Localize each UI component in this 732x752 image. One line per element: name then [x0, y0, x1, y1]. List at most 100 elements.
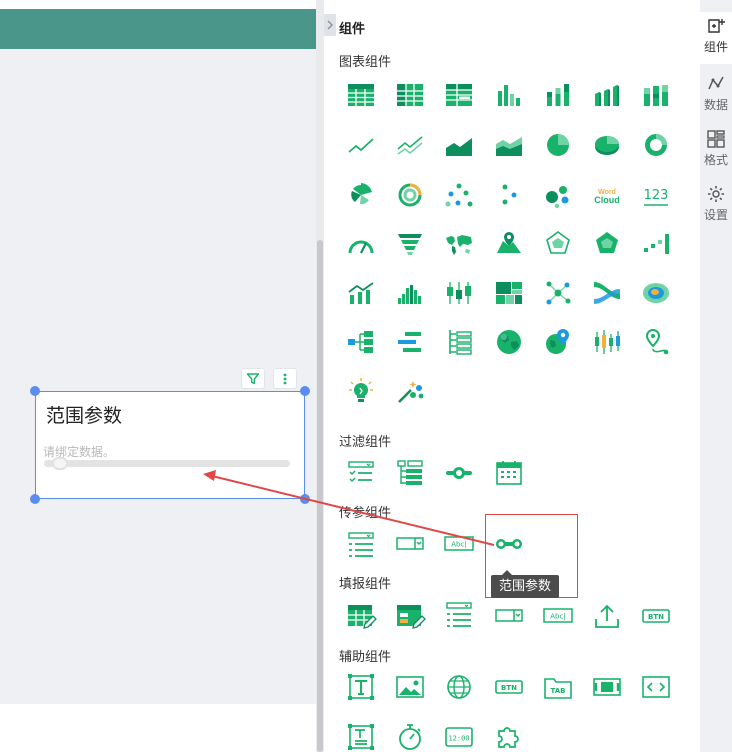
- chart-bubble-button[interactable]: [538, 175, 578, 215]
- param-dropdown-button[interactable]: [390, 524, 430, 564]
- chart-treemap-button[interactable]: [489, 273, 529, 313]
- chart-geo-location-button[interactable]: [538, 322, 578, 362]
- filter-icon: [246, 372, 260, 384]
- form-upload-button[interactable]: [587, 596, 627, 636]
- param-list-icon: [348, 532, 374, 557]
- chart-heatmap-button[interactable]: [636, 273, 676, 313]
- resize-handle-top-left[interactable]: [30, 386, 40, 396]
- chart-step-button[interactable]: [636, 224, 676, 264]
- form-pivot-button[interactable]: [390, 596, 430, 636]
- form-submit-button[interactable]: BTN: [636, 596, 676, 636]
- chart-3d-pie-button[interactable]: [587, 125, 627, 165]
- filter-list-button[interactable]: [341, 453, 381, 493]
- widget-filter-button[interactable]: [241, 368, 265, 389]
- resize-handle-top-right[interactable]: [300, 386, 310, 396]
- aux-timer-button[interactable]: [390, 717, 430, 752]
- filter-date-button[interactable]: [489, 453, 529, 493]
- chart-world-map-button[interactable]: [439, 224, 479, 264]
- rail-item-settings[interactable]: 设置: [700, 180, 732, 232]
- form-dropdown-button[interactable]: [489, 596, 529, 636]
- map-marker-icon: [497, 232, 521, 253]
- aux-clock-button[interactable]: 12:00: [439, 717, 479, 752]
- chart-histogram-button[interactable]: [390, 273, 430, 313]
- chart-boxplot-button[interactable]: [439, 273, 479, 313]
- chart-route-map-button[interactable]: [636, 322, 676, 362]
- filter-tree-button[interactable]: [390, 453, 430, 493]
- crosstab-icon: [446, 84, 472, 106]
- aux-button-icon: BTN: [495, 680, 523, 694]
- canvas-work-area[interactable]: [0, 49, 316, 704]
- chart-pivot-table-button[interactable]: [390, 75, 430, 115]
- chart-stacked-area-button[interactable]: [489, 125, 529, 165]
- aux-carousel-button[interactable]: [587, 667, 627, 707]
- chart-rose-button[interactable]: [341, 175, 381, 215]
- chart-sankey-button[interactable]: [587, 273, 627, 313]
- chart-map-marker-button[interactable]: [489, 224, 529, 264]
- aux-button-button[interactable]: BTN: [489, 667, 529, 707]
- chart-gauge-ring-button[interactable]: [390, 175, 430, 215]
- resize-handle-bottom-right[interactable]: [300, 494, 310, 504]
- chart-radar-button[interactable]: [538, 224, 578, 264]
- chart-org-tree-button[interactable]: [341, 322, 381, 362]
- word-cloud-cloud-text: Cloud: [594, 195, 620, 205]
- param-text-input-button[interactable]: Abc|: [439, 524, 479, 564]
- form-text-input-button[interactable]: Abc|: [538, 596, 578, 636]
- aux-embed-button[interactable]: [636, 667, 676, 707]
- param-list-button[interactable]: [341, 524, 381, 564]
- panel-collapse-button[interactable]: [324, 14, 336, 36]
- design-canvas[interactable]: [0, 0, 316, 752]
- line-chart-icon: [348, 138, 374, 153]
- range-slider-track[interactable]: [44, 460, 290, 467]
- chart-tree-table-button[interactable]: [439, 322, 479, 362]
- aux-plugin-button[interactable]: [489, 717, 529, 752]
- chart-network-button[interactable]: [538, 273, 578, 313]
- chart-ring-button[interactable]: [636, 125, 676, 165]
- rail-item-format[interactable]: 格式: [700, 125, 732, 177]
- aux-rich-text-button[interactable]: [341, 717, 381, 752]
- canvas-scrollbar-thumb[interactable]: [317, 240, 323, 752]
- chart-candlestick-button[interactable]: [587, 322, 627, 362]
- chart-area-button[interactable]: [439, 125, 479, 165]
- chart-scatter-button[interactable]: [439, 175, 479, 215]
- chart-3d-bar-button[interactable]: [587, 75, 627, 115]
- rail-item-data[interactable]: 数据: [700, 70, 732, 122]
- resize-handle-bottom-left[interactable]: [30, 494, 40, 504]
- app-root: 范围参数 请绑定数据。 组件 图表组件 过滤组件 传参组件 填报组件 辅助组件: [0, 0, 732, 752]
- range-slider-knob[interactable]: [52, 457, 68, 470]
- rail-item-components[interactable]: 组件: [700, 12, 732, 64]
- form-table-button[interactable]: [341, 596, 381, 636]
- chart-kpi-button[interactable]: 123: [636, 175, 676, 215]
- filter-range-slider-button[interactable]: [439, 453, 479, 493]
- chart-3d-stacked-bar-button[interactable]: [636, 75, 676, 115]
- chart-globe-button[interactable]: [489, 322, 529, 362]
- chart-bar-button[interactable]: [489, 75, 529, 115]
- aux-text-button[interactable]: [341, 667, 381, 707]
- range-slider-icon: [446, 467, 472, 479]
- aux-image-button[interactable]: [390, 667, 430, 707]
- widget-more-button[interactable]: [273, 368, 297, 389]
- chart-gantt-button[interactable]: [390, 322, 430, 362]
- funnel-chart-icon: [398, 234, 422, 255]
- aux-tab-button[interactable]: TAB: [538, 667, 578, 707]
- chart-stacked-bar-button[interactable]: [538, 75, 578, 115]
- chart-table-button[interactable]: [341, 75, 381, 115]
- bubble-chart-icon: [546, 186, 569, 209]
- chart-combo-button[interactable]: [341, 273, 381, 313]
- chart-multi-line-button[interactable]: [390, 125, 430, 165]
- chart-gauge-button[interactable]: [341, 224, 381, 264]
- chart-crosstab-button[interactable]: [439, 75, 479, 115]
- chart-lightbulb-button[interactable]: [341, 371, 381, 411]
- chart-dot-button[interactable]: [489, 175, 529, 215]
- step-chart-icon: [644, 234, 669, 254]
- chart-pie-button[interactable]: [538, 125, 578, 165]
- section-title-form: 填报组件: [339, 577, 392, 592]
- gear-icon: [708, 186, 724, 202]
- chart-line-button[interactable]: [341, 125, 381, 165]
- range-parameter-widget[interactable]: 范围参数 请绑定数据。: [35, 391, 305, 499]
- chart-magic-button[interactable]: [390, 371, 430, 411]
- chart-funnel-button[interactable]: [390, 224, 430, 264]
- chart-word-cloud-button[interactable]: Word Cloud: [587, 175, 627, 215]
- form-list-button[interactable]: [439, 596, 479, 636]
- chart-filled-radar-button[interactable]: [587, 224, 627, 264]
- aux-web-button[interactable]: [439, 667, 479, 707]
